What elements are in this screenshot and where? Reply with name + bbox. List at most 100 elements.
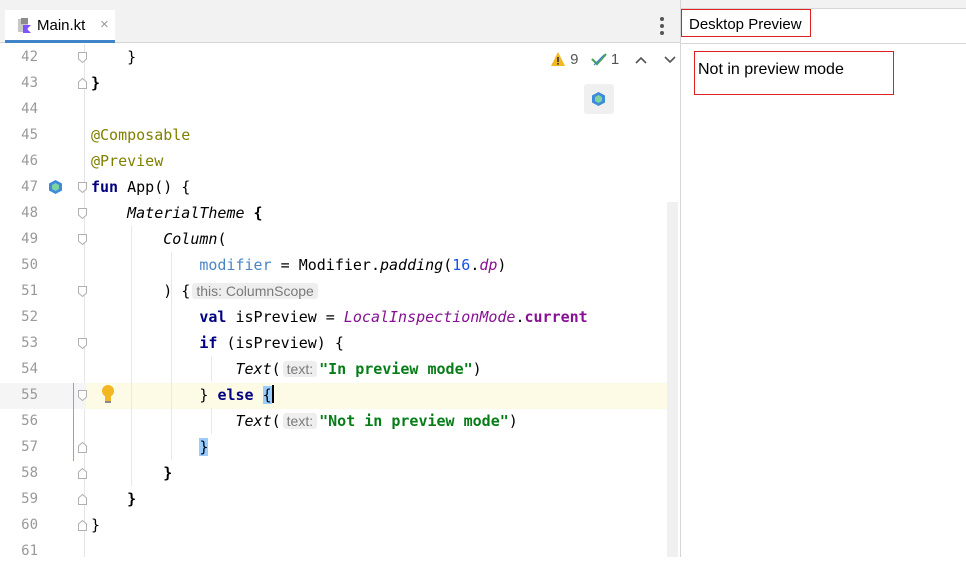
keyword: else <box>217 386 254 404</box>
fold-marker-icon[interactable] <box>78 286 87 297</box>
line-number: 47 <box>21 179 38 195</box>
code-line-55[interactable]: } else { <box>91 382 274 408</box>
compose-preview-icon <box>592 92 605 106</box>
line-number: 44 <box>21 101 38 117</box>
inlay-hint: this: ColumnScope <box>192 283 318 299</box>
code-line-48[interactable]: MaterialTheme { <box>91 200 263 226</box>
composition-local: LocalInspectionMode <box>343 308 516 326</box>
code-line-60[interactable]: } <box>91 512 100 538</box>
fold-marker-icon[interactable] <box>78 338 87 349</box>
function-call: padding <box>380 256 444 274</box>
line-number: 61 <box>21 543 38 559</box>
code-line-57[interactable]: } <box>91 434 209 460</box>
preview-output: Not in preview mode <box>694 51 894 95</box>
code-text: . <box>515 308 525 326</box>
line-number: 46 <box>21 153 38 169</box>
code-line-43[interactable]: } <box>91 70 100 96</box>
fold-marker-icon[interactable] <box>78 390 87 401</box>
vertical-scrollbar[interactable] <box>667 202 678 557</box>
code-line-46[interactable]: @Preview <box>91 148 163 174</box>
keyword: fun <box>91 178 119 196</box>
line-number: 42 <box>21 49 38 65</box>
fold-marker-icon[interactable] <box>78 182 87 193</box>
tab-main-kt[interactable]: Main.kt × <box>5 10 115 43</box>
fold-marker-icon[interactable] <box>78 234 87 245</box>
line-number: 49 <box>21 231 38 247</box>
line-number: 57 <box>21 439 38 455</box>
line-number: 50 <box>21 257 38 273</box>
code-text: ( <box>271 412 281 430</box>
code-line-52[interactable]: val isPreview = LocalInspectionMode.curr… <box>91 304 588 330</box>
fold-marker-icon[interactable] <box>78 520 87 531</box>
desktop-preview-tab[interactable]: Desktop Preview <box>681 9 811 37</box>
code-line-53[interactable]: if (isPreview) { <box>91 330 344 356</box>
fold-marker-icon[interactable] <box>78 442 87 453</box>
compose-preview-gutter-icon[interactable] <box>48 179 63 195</box>
line-number: 54 <box>21 361 38 377</box>
more-options-icon[interactable] <box>655 14 669 38</box>
fold-marker-icon[interactable] <box>78 468 87 479</box>
line-number: 51 <box>21 283 38 299</box>
code-line-45[interactable]: @Composable <box>91 122 190 148</box>
matched-brace: { <box>262 386 272 404</box>
line-number: 55 <box>21 387 38 403</box>
line-number: 43 <box>21 75 38 91</box>
string-literal: "In preview mode" <box>319 360 473 378</box>
keyword: val <box>199 308 227 326</box>
code-text: ) <box>508 412 518 430</box>
warning-icon <box>550 51 566 67</box>
code-editor[interactable]: Main.kt × 42 43 44 45 46 47 48 49 50 51 … <box>0 0 680 559</box>
line-number: 52 <box>21 309 38 325</box>
inlay-hint: text: <box>282 413 318 429</box>
code-text: ) <box>472 360 482 378</box>
next-highlight-icon[interactable] <box>663 51 676 68</box>
desktop-preview-panel: Desktop Preview Not in preview mode <box>680 0 966 557</box>
compose-preview-button[interactable] <box>584 84 614 114</box>
code-line-47[interactable]: fun App() { <box>91 174 190 200</box>
extension-property: dp <box>479 256 498 274</box>
code-line-56[interactable]: Text(text: "Not in preview mode") <box>91 408 518 434</box>
code-text: } <box>127 490 137 508</box>
function-call: MaterialTheme <box>127 204 245 222</box>
line-number: 59 <box>21 491 38 507</box>
check-icon <box>590 51 607 67</box>
code-line-59[interactable]: } <box>91 486 136 512</box>
code-line-50[interactable]: modifier = Modifier.padding(16.dp) <box>91 252 506 278</box>
code-text: { <box>244 204 263 222</box>
editor-tab-bar: Main.kt × <box>0 0 680 43</box>
check-count: 1 <box>610 50 620 68</box>
change-marker <box>73 383 74 461</box>
string-literal: "Not in preview mode" <box>319 412 509 430</box>
fold-marker-icon[interactable] <box>78 494 87 505</box>
keyword: if <box>199 334 218 352</box>
code-text: . <box>470 256 480 274</box>
code-line-49[interactable]: Column( <box>91 226 226 252</box>
parameter-name: modifier <box>199 256 272 274</box>
code-text: } <box>199 386 209 404</box>
panel-divider <box>681 43 966 44</box>
line-number: 53 <box>21 335 38 351</box>
previous-highlight-icon[interactable] <box>635 51 647 68</box>
line-number: 48 <box>21 205 38 221</box>
property-name: current <box>524 308 588 326</box>
code-text: ( <box>271 360 281 378</box>
code-line-51[interactable]: ) {this: ColumnScope <box>91 278 320 304</box>
inspection-widget[interactable]: 9 1 <box>550 50 676 74</box>
fold-marker-icon[interactable] <box>78 52 87 63</box>
number-literal: 16 <box>452 256 471 274</box>
code-line-54[interactable]: Text(text: "In preview mode") <box>91 356 482 382</box>
code-text: ( <box>217 230 227 248</box>
code-line-58[interactable]: } <box>91 460 172 486</box>
line-number: 60 <box>21 517 38 533</box>
fold-marker-icon[interactable] <box>78 208 87 219</box>
fold-marker-icon[interactable] <box>78 78 87 89</box>
inlay-hint: text: <box>282 361 318 377</box>
function-call: Text <box>235 360 272 378</box>
code-text: App() { <box>118 178 191 196</box>
close-tab-icon[interactable]: × <box>100 16 109 33</box>
code-line-42[interactable]: } <box>91 44 136 70</box>
preview-text: Not in preview mode <box>698 61 844 78</box>
code-text: isPreview = <box>226 308 344 326</box>
text-caret <box>271 385 274 403</box>
line-number: 45 <box>21 127 38 143</box>
